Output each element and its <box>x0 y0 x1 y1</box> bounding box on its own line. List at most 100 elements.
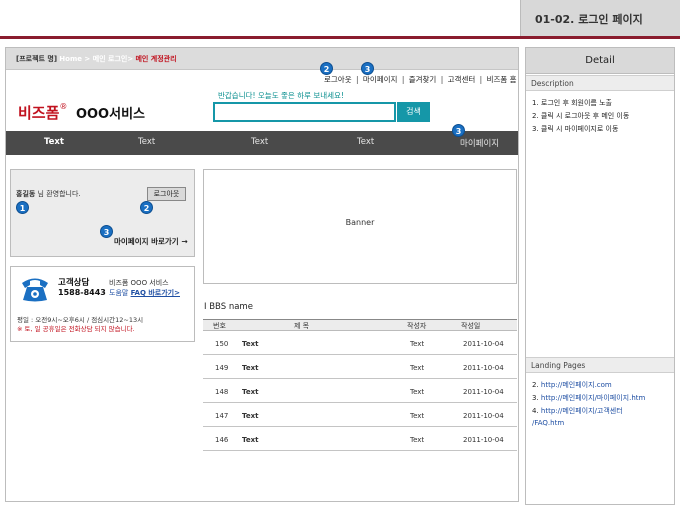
cs-note: ※ 토, 일 공휴일은 전화상담 되지 않습니다. <box>17 325 135 333</box>
mypage-link[interactable]: 마이페이지 <box>363 75 398 84</box>
landing-url[interactable]: http://메인페이지.com <box>541 381 612 389</box>
row-author: Text <box>410 364 425 372</box>
row-author: Text <box>410 388 425 396</box>
search-input[interactable] <box>213 102 396 122</box>
col-date: 작성일 <box>461 322 481 330</box>
page-id-label: 01-02. 로그인 페이지 <box>535 13 643 26</box>
bbs-header: 번호 제 목 작성자 작성일 <box>203 319 517 331</box>
row-author: Text <box>410 340 425 348</box>
row-title[interactable]: Text <box>242 364 258 372</box>
description-item: 2. 클릭 시 로그아웃 후 메인 이동 <box>532 112 630 120</box>
breadcrumb: [프로젝트 명] Home > 메인 로그인> 메인 계정관리 <box>6 48 518 70</box>
cs-title: 고객상담 <box>58 278 90 288</box>
row-no: 150 <box>215 340 229 348</box>
breadcrumb-home[interactable]: Home > 메인 로그인> <box>59 55 133 63</box>
table-row[interactable]: 150 Text Text 2011-10-04 <box>203 331 517 355</box>
row-title[interactable]: Text <box>242 436 258 444</box>
page-id-tab: 01-02. 로그인 페이지 <box>520 0 680 36</box>
gnb-item-1[interactable]: Text <box>44 137 64 147</box>
welcome-message: 반갑습니다! 오늘도 좋은 하루 보내세요! <box>218 91 344 100</box>
greeting-suffix: 님 환영합니다. <box>35 190 81 198</box>
row-title[interactable]: Text <box>242 412 258 420</box>
mypage-shortcut-link[interactable]: 마이페이지 바로가기 → <box>114 236 188 247</box>
col-author: 작성자 <box>407 322 427 330</box>
customer-center-box: 고객상담 1588-8443 비즈폼 OOO 서비스 도움말 FAQ 바로가기>… <box>10 266 195 342</box>
row-no: 148 <box>215 388 229 396</box>
row-no: 146 <box>215 436 229 444</box>
logo[interactable]: 비즈폼® OOO서비스 <box>18 102 145 123</box>
util-separator: | <box>479 75 483 84</box>
landing-item: 3. http://메인페이지/마이페이지.htm <box>532 393 645 403</box>
col-no: 번호 <box>213 322 226 330</box>
callout-marker-3: 3 <box>100 225 113 238</box>
description-header: Description <box>526 75 674 91</box>
callout-marker-3: 3 <box>452 124 465 137</box>
landing-item: 2. http://메인페이지.com <box>532 380 612 390</box>
landing-num: 3. <box>532 394 539 402</box>
login-status-box: 홍길동 님 환영합니다. 로그아웃 마이페이지 바로가기 → <box>10 169 195 257</box>
row-date: 2011-10-04 <box>463 436 504 444</box>
row-date: 2011-10-04 <box>463 364 504 372</box>
logo-service: OOO서비스 <box>75 107 145 122</box>
utility-nav: 로그아웃 | 마이페이지 | 즐겨찾기 | 고객센터 | 비즈폼 홈 <box>324 74 517 85</box>
landing-header: Landing Pages <box>526 357 674 373</box>
faq-link[interactable]: FAQ 바로가기> <box>131 289 180 297</box>
logout-link[interactable]: 로그아웃 <box>324 75 352 84</box>
description-item: 3. 클릭 시 마이페이지로 이동 <box>532 125 619 133</box>
landing-num: 2. <box>532 381 539 389</box>
detail-title: Detail <box>585 55 615 66</box>
bbs-title: I BBS name <box>204 302 253 312</box>
util-separator: | <box>401 75 405 84</box>
landing-item: 4. http://메인페이지/고객센터 <box>532 406 623 416</box>
row-no: 149 <box>215 364 229 372</box>
cs-faq-prefix: 도움말 <box>109 289 129 297</box>
col-title: 제 목 <box>294 322 310 330</box>
landing-label: Landing Pages <box>531 361 586 370</box>
row-date: 2011-10-04 <box>463 412 504 420</box>
telephone-icon <box>22 278 48 302</box>
row-author: Text <box>410 436 425 444</box>
gnb-item-2[interactable]: Text <box>138 137 155 147</box>
landing-url-cont[interactable]: /FAQ.htm <box>532 419 564 427</box>
table-row[interactable]: 149 Text Text 2011-10-04 <box>203 355 517 379</box>
callout-marker-3: 3 <box>361 62 374 75</box>
banner-label: Banner <box>345 218 375 227</box>
gnb-item-4[interactable]: Text <box>357 137 374 147</box>
login-greeting: 홍길동 님 환영합니다. <box>16 189 81 199</box>
callout-marker-1: 1 <box>16 201 29 214</box>
description-item: 1. 로그인 후 회원이름 노출 <box>532 99 612 107</box>
gnb-item-3[interactable]: Text <box>251 137 268 147</box>
favorites-link[interactable]: 즐겨찾기 <box>409 75 437 84</box>
breadcrumb-project: [프로젝트 명] <box>16 55 58 63</box>
detail-panel: Detail Description 1. 로그인 후 회원이름 노출 2. 클… <box>525 47 675 505</box>
row-no: 147 <box>215 412 229 420</box>
cs-center-link[interactable]: 고객센터 <box>448 75 476 84</box>
cs-service-name: 비즈폼 OOO 서비스 <box>109 279 169 287</box>
bizform-home-link[interactable]: 비즈폼 홈 <box>487 75 517 84</box>
row-title[interactable]: Text <box>242 388 258 396</box>
global-nav: Text Text Text Text 마이페이지 <box>6 131 518 155</box>
wireframe-frame: [프로젝트 명] Home > 메인 로그인> 메인 계정관리 로그아웃 | 마… <box>5 47 519 502</box>
util-separator: | <box>440 75 444 84</box>
landing-url[interactable]: http://메인페이지/고객센터 <box>541 407 623 415</box>
row-title[interactable]: Text <box>242 340 258 348</box>
row-date: 2011-10-04 <box>463 340 504 348</box>
callout-marker-2: 2 <box>140 201 153 214</box>
logo-reg: ® <box>59 102 68 111</box>
banner[interactable]: Banner <box>203 169 517 284</box>
breadcrumb-current: 메인 계정관리 <box>135 55 177 63</box>
description-label: Description <box>531 79 574 88</box>
landing-num: 4. <box>532 407 539 415</box>
gnb-item-mypage[interactable]: 마이페이지 <box>460 137 499 149</box>
search-button[interactable]: 검색 <box>397 102 430 122</box>
user-name: 홍길동 <box>16 190 36 198</box>
table-row[interactable]: 146 Text Text 2011-10-04 <box>203 427 517 451</box>
landing-url[interactable]: http://메인페이지/마이페이지.htm <box>541 394 645 402</box>
logout-button[interactable]: 로그아웃 <box>147 187 186 201</box>
detail-header: Detail <box>526 48 674 74</box>
header-rule <box>0 36 680 39</box>
table-row[interactable]: 148 Text Text 2011-10-04 <box>203 379 517 403</box>
table-row[interactable]: 147 Text Text 2011-10-04 <box>203 403 517 427</box>
row-author: Text <box>410 412 425 420</box>
cs-phone-number: 1588-8443 <box>58 288 106 297</box>
